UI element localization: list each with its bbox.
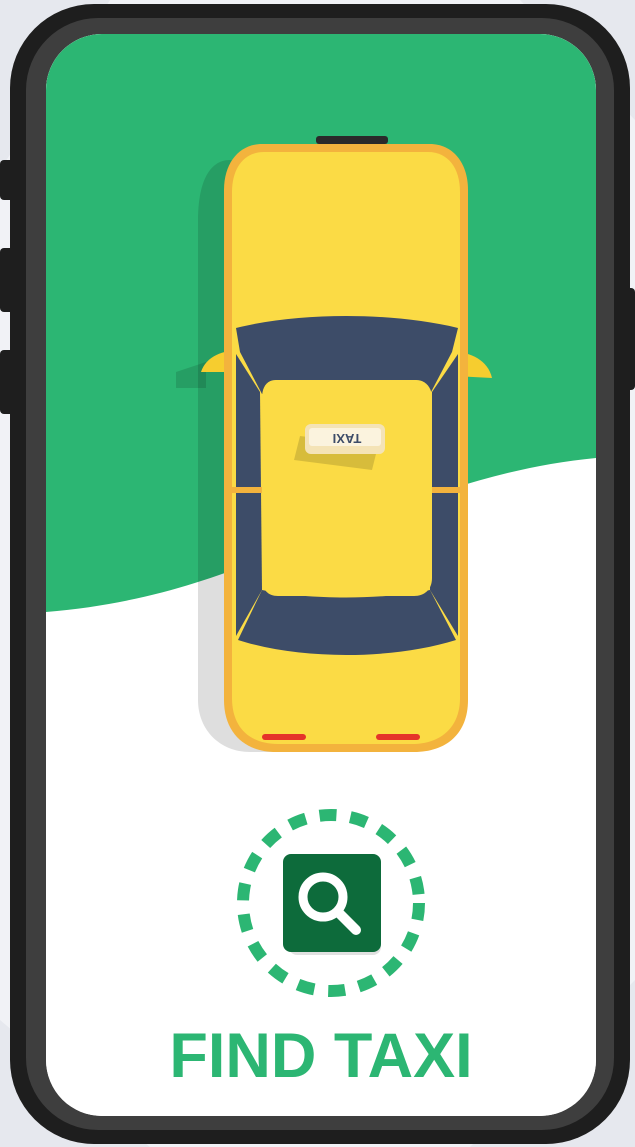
front-headlight-bar [316,136,388,144]
search-action-graphic [237,809,425,997]
left-tail-light [262,734,306,740]
left-side-windows [236,354,262,636]
illustration-canvas: TAXI FIND TAXI [0,0,635,1147]
door-pillar-left [232,487,262,493]
find-taxi-label: FIND TAXI [169,1021,473,1091]
door-pillar-right [432,487,460,493]
search-tile [283,854,381,952]
right-side-windows [430,354,458,636]
taxi-car: TAXI [176,136,492,752]
find-taxi-button[interactable] [234,806,428,1000]
right-tail-light [376,734,420,740]
car-roof [262,380,432,596]
taxi-roof-sign-text: TAXI [333,431,362,446]
rear-window [238,590,456,655]
